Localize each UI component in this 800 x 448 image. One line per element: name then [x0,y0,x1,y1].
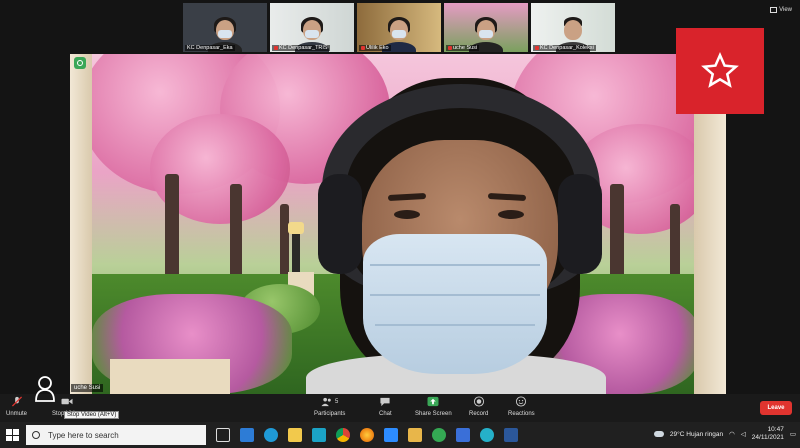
meeting-toolbar: Unmute Stop Video 5 Participants Chat Sh… [0,394,800,422]
mic-muted-icon [274,45,278,50]
word-app-icon[interactable] [504,428,518,442]
participant-strip: KC Denpasar_Eka KC Denpasar_TRIS Ulilik … [183,3,615,52]
video-camera-icon [61,398,73,405]
edge-browser-icon[interactable] [264,428,278,442]
participant-thumbnail[interactable]: KC Denpasar_Eka [183,3,267,52]
participants-button[interactable]: 5 Participants [314,396,345,417]
phone-app-icon[interactable] [480,428,494,442]
clock[interactable]: 10:47 24/11/2021 [752,426,784,442]
leave-button[interactable]: Leave [760,401,792,415]
unmute-button[interactable]: Unmute [6,396,27,417]
notifications-icon[interactable]: ▭ [790,430,796,438]
participant-name: KC Denpasar_Koleksi [533,45,596,51]
weather-cloud-icon [653,431,664,437]
mic-muted-icon [11,396,22,407]
zoom-app-icon[interactable] [384,428,398,442]
mail-app-icon[interactable] [240,428,254,442]
firefox-browser-icon[interactable] [360,428,374,442]
mic-muted-icon [535,45,539,50]
maps-app-icon[interactable] [432,428,446,442]
participant-thumbnail[interactable]: KC Denpasar_TRIS [270,3,354,52]
chat-icon [380,397,390,407]
search-icon [32,431,40,439]
stop-video-tooltip: Stop Video (Alt+V) [64,411,120,419]
participant-count: 5 [335,398,339,405]
taskbar-search-input[interactable]: Type here to search [26,425,206,445]
user-avatar-icon [35,376,55,402]
task-view-icon[interactable] [216,428,230,442]
file-explorer-icon[interactable] [288,428,302,442]
wifi-icon[interactable]: ◠ [729,430,735,438]
mic-muted-icon [448,45,452,50]
volume-icon[interactable]: ◁ [741,430,746,438]
star-icon [701,52,739,88]
share-screen-icon [427,396,439,407]
active-speaker-name: uche Susi [71,384,104,392]
windows-start-icon[interactable] [4,427,20,443]
participant-name: Ulilik Eko [359,45,391,51]
participants-icon [321,397,331,407]
system-tray: 29°C Hujan ringan ◠ ◁ 10:47 24/11/2021 ▭ [653,426,796,442]
star-badge [676,28,764,114]
view-button[interactable]: View [770,7,792,13]
record-icon [473,396,484,407]
record-button[interactable]: Record [469,396,488,417]
participant-thumbnail[interactable]: Ulilik Eko [357,3,441,52]
windows-taskbar: Type here to search 29°C Hujan ringan ◠ … [0,422,800,448]
chrome-browser-icon[interactable] [336,428,350,442]
folder-app-icon[interactable] [408,428,422,442]
share-screen-button[interactable]: Share Screen [415,396,452,417]
reaction-smiley-icon [516,396,527,407]
participant-thumbnail[interactable]: KC Denpasar_Koleksi [531,3,615,52]
participant-name: KC Denpasar_TRIS [272,45,330,51]
zoom-window: KC Denpasar_Eka KC Denpasar_TRIS Ulilik … [0,0,800,448]
participant-name: uche Susi [446,45,480,51]
learning-app-icon[interactable] [312,428,326,442]
active-speaker-video [70,54,726,394]
weather-text[interactable]: 29°C Hujan ringan [670,431,723,438]
media-player-icon[interactable] [456,428,470,442]
chat-button[interactable]: Chat [379,396,392,417]
encryption-shield-icon[interactable] [74,57,86,69]
participant-name: KC Denpasar_Eka [185,45,235,51]
mic-muted-icon [361,45,365,50]
grid-icon [770,7,778,13]
participant-thumbnail[interactable]: uche Susi [444,3,528,52]
taskbar-apps [216,428,518,442]
reactions-button[interactable]: Reactions [508,396,535,417]
